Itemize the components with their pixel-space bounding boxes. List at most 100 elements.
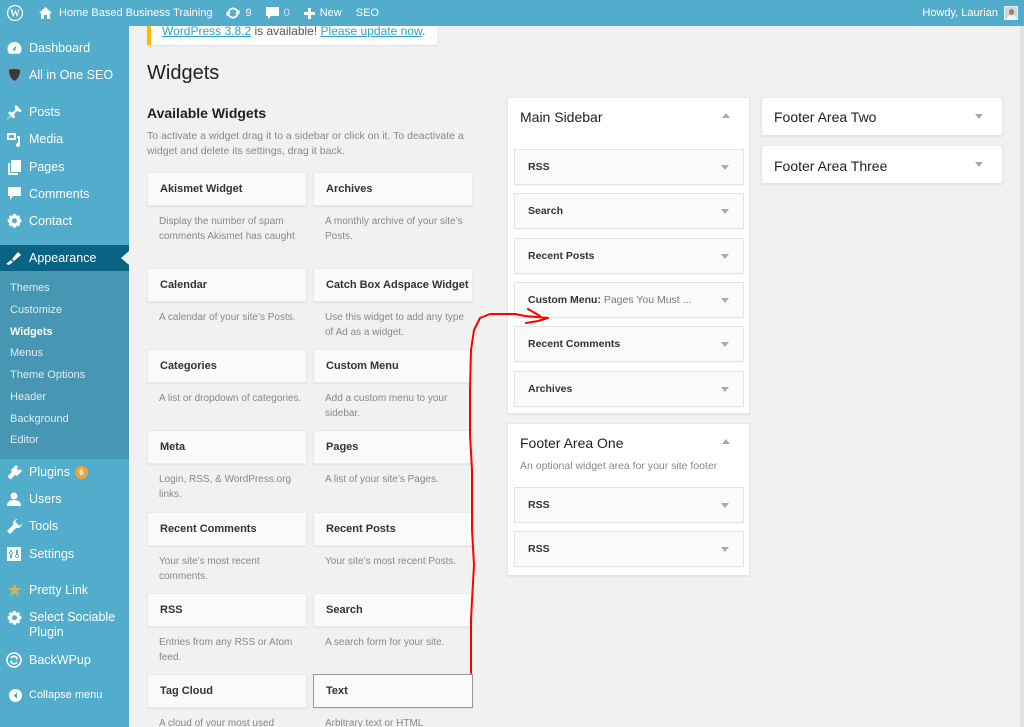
expand-arrow-icon[interactable] bbox=[975, 162, 985, 172]
submenu-item-menus[interactable]: Menus bbox=[10, 347, 43, 359]
sidebar-widget[interactable]: RSS bbox=[514, 149, 744, 185]
menu-item-dashboard[interactable]: Dashboard bbox=[0, 40, 129, 56]
menu-item-pages[interactable]: Pages bbox=[0, 159, 129, 175]
user-account-menu[interactable]: Howdy, Laurian bbox=[915, 0, 1024, 26]
collapse-arrow-icon[interactable] bbox=[722, 439, 732, 449]
available-widget[interactable]: Text bbox=[313, 674, 473, 708]
expand-arrow-icon[interactable] bbox=[721, 297, 729, 303]
available-widget[interactable]: Archives bbox=[313, 172, 473, 206]
page-scrollbar[interactable] bbox=[1020, 26, 1024, 727]
main-sidebar-title[interactable]: Main Sidebar bbox=[520, 109, 603, 125]
gear-icon bbox=[6, 610, 22, 626]
available-widget-description: Login, RSS, & WordPress.org links. bbox=[159, 474, 292, 500]
sidebar-widget[interactable]: RSS bbox=[514, 487, 744, 523]
menu-item-posts[interactable]: Posts bbox=[0, 104, 129, 120]
please-update-link[interactable]: Please update now bbox=[321, 26, 422, 38]
sidebar-widget-title: Custom Menu: bbox=[528, 293, 601, 306]
expand-arrow-icon[interactable] bbox=[721, 547, 729, 552]
submenu-item-widgets[interactable]: Widgets bbox=[10, 326, 53, 338]
available-widget-description: A monthly archive of your site’s Posts. bbox=[325, 216, 463, 242]
menu-item-users[interactable]: Users bbox=[0, 491, 129, 507]
menu-label-posts: Posts bbox=[29, 104, 61, 119]
widget-area-main-sidebar: Main Sidebar RSS Search Recent Posts Custom… bbox=[507, 97, 750, 414]
menu-item-pretty-link[interactable]: Pretty Link bbox=[0, 582, 129, 598]
updates-button[interactable]: 9 bbox=[219, 0, 258, 26]
sidebar-widget[interactable]: RSS bbox=[514, 531, 744, 567]
available-widget-description: Add a custom menu to your sidebar. bbox=[325, 393, 448, 419]
expand-arrow-icon[interactable] bbox=[721, 386, 729, 392]
expand-arrow-icon[interactable] bbox=[721, 253, 729, 259]
available-widget[interactable]: Recent Posts bbox=[313, 512, 473, 546]
menu-item-media[interactable]: Media bbox=[0, 131, 129, 147]
footer-area-one-title[interactable]: Footer Area One bbox=[520, 435, 624, 451]
available-widget[interactable]: Akismet Widget bbox=[147, 172, 307, 206]
admin-bar: W Home Based Business Training 9 0 New S… bbox=[0, 0, 1024, 26]
widget-area-footer-three[interactable]: Footer Area Three bbox=[761, 145, 1003, 184]
menu-item-tools[interactable]: Tools bbox=[0, 518, 129, 534]
comments-button[interactable]: 0 bbox=[259, 0, 297, 26]
widget-area-footer-one: Footer Area One An optional widget area … bbox=[507, 423, 750, 576]
admin-sidebar-menu: Dashboard All in One SEO Posts Media Pag… bbox=[0, 26, 129, 727]
available-widget-description: A calendar of your site’s Posts. bbox=[159, 312, 296, 323]
submenu-item-customize[interactable]: Customize bbox=[10, 304, 62, 316]
menu-item-settings[interactable]: Settings bbox=[0, 546, 129, 562]
available-widget[interactable]: Tag Cloud bbox=[147, 674, 307, 708]
sidebar-widget[interactable]: Recent Posts bbox=[514, 237, 744, 274]
paintbrush-icon bbox=[6, 250, 22, 266]
wordpress-logo-button[interactable]: W bbox=[0, 0, 32, 26]
available-widget[interactable]: Search bbox=[313, 593, 473, 627]
sidebar-widget[interactable]: Archives bbox=[514, 370, 744, 407]
new-content-button[interactable]: New bbox=[297, 0, 349, 26]
submenu-item-editor[interactable]: Editor bbox=[10, 434, 39, 446]
available-widget[interactable]: Recent Comments bbox=[147, 512, 307, 546]
available-widget[interactable]: RSS bbox=[147, 593, 307, 627]
menu-item-plugins[interactable]: Plugins 6 bbox=[0, 464, 129, 480]
widget-area-footer-two[interactable]: Footer Area Two bbox=[761, 97, 1003, 136]
seo-label: SEO bbox=[355, 7, 379, 19]
footer-area-two-title[interactable]: Footer Area Two bbox=[774, 109, 876, 125]
menu-label-media: Media bbox=[29, 131, 64, 146]
available-widget[interactable]: Custom Menu bbox=[313, 349, 473, 383]
submenu-item-background[interactable]: Background bbox=[10, 413, 69, 425]
star-icon bbox=[6, 582, 22, 598]
menu-item-comments[interactable]: Comments bbox=[0, 186, 129, 202]
sidebar-widget-title: RSS bbox=[528, 161, 550, 173]
footer-area-three-title[interactable]: Footer Area Three bbox=[774, 158, 887, 174]
sidebar-widget[interactable]: Custom Menu: Pages You Must ... bbox=[514, 281, 744, 318]
wordpress-version-link[interactable]: WordPress 3.8.2 bbox=[162, 26, 251, 38]
available-widget[interactable]: Calendar bbox=[147, 268, 307, 302]
expand-arrow-icon[interactable] bbox=[721, 165, 729, 170]
menu-item-contact[interactable]: Contact bbox=[0, 213, 129, 229]
notice-period: . bbox=[421, 26, 426, 38]
expand-arrow-icon[interactable] bbox=[721, 342, 729, 348]
available-widget-description: Your site’s most recent Posts. bbox=[325, 556, 457, 567]
site-name-link[interactable]: Home Based Business Training bbox=[32, 0, 219, 26]
wordpress-icon: W bbox=[7, 5, 23, 21]
available-widgets-description: To activate a widget drag it to a sideba… bbox=[147, 130, 464, 157]
available-widget[interactable]: Pages bbox=[313, 430, 473, 464]
available-widget[interactable]: Catch Box Adspace Widget bbox=[313, 268, 473, 302]
submenu-item-header[interactable]: Header bbox=[10, 391, 46, 403]
appearance-submenu: Themes Customize Widgets Menus Theme Opt… bbox=[0, 271, 129, 459]
expand-arrow-icon[interactable] bbox=[975, 114, 985, 124]
user-avatar bbox=[1004, 6, 1018, 20]
menu-item-appearance[interactable]: Appearance bbox=[0, 245, 129, 271]
available-widgets-heading: Available Widgets bbox=[147, 105, 267, 121]
available-widget-description: A list of your site’s Pages. bbox=[325, 474, 439, 485]
menu-item-backwpup[interactable]: BackWPup bbox=[0, 652, 129, 668]
menu-item-all-in-one-seo[interactable]: All in One SEO bbox=[0, 67, 129, 83]
comment-bubble-icon bbox=[265, 6, 279, 19]
sidebar-widget[interactable]: Search bbox=[514, 193, 744, 230]
submenu-item-themes[interactable]: Themes bbox=[10, 282, 50, 294]
menu-item-select-sociable[interactable]: Select Sociable Plugin bbox=[0, 610, 129, 640]
seo-menu-button[interactable]: SEO bbox=[349, 0, 386, 26]
sidebar-widget-title: Archives bbox=[528, 382, 573, 395]
available-widget[interactable]: Meta bbox=[147, 430, 307, 464]
collapse-arrow-icon[interactable] bbox=[722, 113, 732, 123]
sidebar-widget[interactable]: Recent Comments bbox=[514, 326, 744, 363]
expand-arrow-icon[interactable] bbox=[721, 503, 729, 508]
available-widget[interactable]: Categories bbox=[147, 349, 307, 383]
submenu-item-theme-options[interactable]: Theme Options bbox=[10, 369, 85, 381]
expand-arrow-icon[interactable] bbox=[721, 209, 729, 215]
collapse-menu-button[interactable]: Collapse menu bbox=[0, 687, 129, 703]
